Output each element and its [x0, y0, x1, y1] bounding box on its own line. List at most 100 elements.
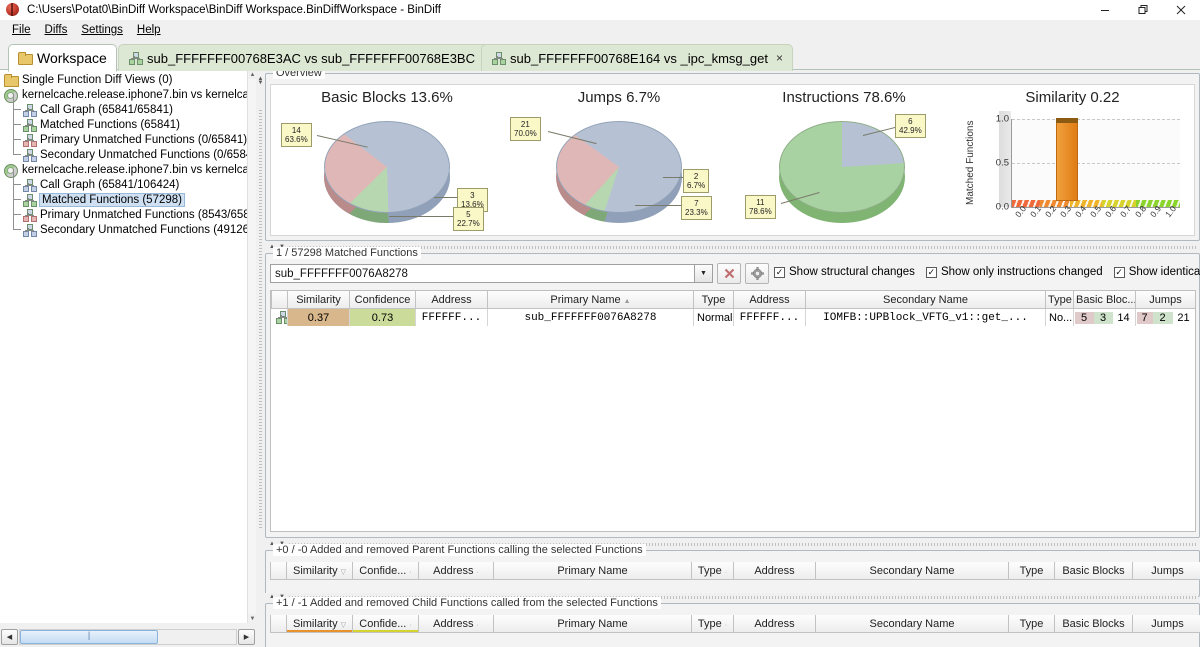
vertical-splitter[interactable]: ▲ ▼: [256, 70, 265, 645]
th-similarity[interactable]: Similarity ▽: [286, 562, 353, 580]
sidebar-item-secondary-unmatched-2[interactable]: Secondary Unmatched Functions (49126/10: [0, 215, 256, 237]
sort-descending-icon: ▽: [340, 568, 346, 576]
sidebar-item-primary-unmatched-1[interactable]: Primary Unmatched Functions (0/65841): [0, 124, 256, 147]
tab-diff-1[interactable]: sub_FFFFFFF00768E3AC vs sub_FFFFFFF00768…: [118, 44, 501, 71]
th-primary-name[interactable]: Primary Name ▲: [487, 291, 694, 309]
th-label: Type: [1019, 617, 1044, 630]
th-secondary-type[interactable]: Type: [1008, 562, 1055, 580]
callout-jumps-2: 7 23.3%: [681, 196, 712, 220]
table-row[interactable]: 0.37 0.73 FFFFFF... sub_FFFFFFF0076A8278…: [271, 308, 1195, 326]
splitter-grip-icon[interactable]: ▲ ▼: [257, 76, 264, 86]
overview-panel: Overview Basic Blocks 13.6% 14 63.6% 3 1…: [265, 67, 1200, 241]
th-secondary-address[interactable]: Address: [733, 562, 816, 580]
th-jumps[interactable]: Jumps: [1135, 291, 1195, 309]
hscroll-right-arrow-icon[interactable]: ▶: [238, 629, 255, 645]
th-secondary-type[interactable]: Type: [1008, 615, 1055, 633]
th-primary-name[interactable]: Primary Name: [493, 615, 692, 633]
menu-file[interactable]: File: [5, 22, 38, 38]
th-basic-blocks[interactable]: Basic Bloc...: [1073, 291, 1136, 309]
hscroll-left-arrow-icon[interactable]: ◀: [1, 629, 18, 645]
th-confidence[interactable]: Confide... ·: [352, 615, 419, 633]
hscroll-track[interactable]: [19, 629, 237, 645]
sidebar-item-secondary-unmatched-1[interactable]: Secondary Unmatched Functions (0/65841): [0, 140, 256, 162]
th-similarity[interactable]: Similarity ▽: [286, 615, 353, 633]
th-confidence[interactable]: Confide... ·: [352, 562, 419, 580]
menu-settings[interactable]: Settings: [74, 22, 130, 38]
minimize-button[interactable]: [1086, 0, 1124, 20]
th-label: Jumps: [1151, 564, 1184, 577]
chart-jumps: Jumps 6.7% 21 70.0% 2 6.7% 7 23.3%: [503, 85, 735, 235]
th-primary-address[interactable]: Address ·: [418, 615, 494, 633]
th-secondary-address[interactable]: Address: [733, 291, 806, 309]
checkbox-show-identical[interactable]: ✓ Show identical: [1113, 266, 1200, 278]
tab-diff-2[interactable]: sub_FFFFFFF00768E164 vs _ipc_kmsg_get ×: [481, 44, 793, 71]
th-primary-name[interactable]: Primary Name: [493, 562, 692, 580]
close-button[interactable]: [1162, 0, 1200, 20]
cell-secondary-address: FFFFFF...: [733, 308, 806, 326]
th-label: Jumps: [1149, 293, 1182, 306]
child-functions-table-wrap[interactable]: Similarity ▽ Confide... · Address · Primary…: [270, 615, 1200, 633]
th-primary-type[interactable]: Type ·: [691, 615, 734, 633]
sidebar-item-matched-functions-2[interactable]: Matched Functions (57298): [0, 184, 256, 207]
menu-diffs[interactable]: Diffs: [38, 22, 75, 38]
bb-secondary: 14: [1117, 311, 1130, 324]
th-primary-type[interactable]: Type: [693, 291, 734, 309]
sidebar-item-call-graph-2[interactable]: Call Graph (65841/106424): [0, 169, 256, 192]
checkbox-box-icon[interactable]: ✓: [774, 266, 785, 278]
th-primary-type[interactable]: Type ·: [691, 562, 734, 580]
sidebar-item-primary-unmatched-2[interactable]: Primary Unmatched Functions (8543/65841: [0, 199, 256, 222]
gear-icon[interactable]: [745, 263, 769, 284]
th-secondary-name[interactable]: Secondary Name: [805, 291, 1046, 309]
sidebar-item-single-function-diff-views[interactable]: Single Function Diff Views (0): [0, 72, 256, 87]
matched-functions-panel: 1 / 57298 Matched Functions sub_FFFFFFF0…: [265, 247, 1200, 538]
th-similarity[interactable]: Similarity: [287, 291, 350, 309]
th-rowicon[interactable]: [270, 562, 287, 580]
matched-functions-table-wrap[interactable]: Similarity Confidence Address Primary Na…: [270, 290, 1196, 532]
callout-count: 14: [291, 126, 301, 135]
th-confidence[interactable]: Confidence: [349, 291, 416, 309]
chevron-down-icon[interactable]: ▼: [695, 264, 713, 283]
th-secondary-name[interactable]: Secondary Name: [815, 615, 1009, 633]
checkbox-box-icon[interactable]: ✓: [1113, 266, 1125, 278]
chart-title: Instructions 78.6%: [782, 89, 906, 106]
tree-elbow: [12, 215, 22, 237]
th-rowicon[interactable]: [270, 615, 287, 633]
checkbox-show-structural-changes[interactable]: ✓ Show structural changes: [774, 266, 915, 278]
sidebar-item-matched-functions-1[interactable]: Matched Functions (65841): [0, 109, 256, 132]
th-jumps[interactable]: Jumps: [1132, 562, 1200, 580]
checkbox-show-only-instructions-changed[interactable]: ✓ Show only instructions changed: [925, 266, 1103, 278]
clear-x-icon[interactable]: [717, 263, 741, 284]
th-secondary-name[interactable]: Secondary Name: [815, 562, 1009, 580]
search-row: sub_FFFFFFF0076A8278 ▼: [270, 263, 769, 284]
checkbox-box-icon[interactable]: ✓: [925, 266, 937, 278]
th-jumps[interactable]: Jumps: [1132, 615, 1200, 633]
th-basic-blocks[interactable]: Basic Blocks: [1054, 615, 1133, 633]
parent-functions-table: Similarity ▽ Confide... · Address · Primary…: [270, 562, 1200, 580]
menu-help[interactable]: Help: [130, 22, 168, 38]
th-rowicon[interactable]: [271, 291, 288, 309]
parent-functions-table-wrap[interactable]: Similarity ▽ Confide... · Address · Primary…: [270, 562, 1200, 580]
sidebar-item-diff-2[interactable]: kernelcache.release.iphone7.bin vs kerne…: [0, 162, 256, 178]
callout-count: 7: [694, 199, 699, 208]
tab-workspace[interactable]: Workspace: [8, 44, 117, 72]
th-label: Basic Bloc...: [1076, 293, 1136, 306]
menu-file-label: File: [12, 24, 31, 36]
filter-checkbox-row: ✓ Show structural changes ✓ Show only in…: [774, 266, 1200, 278]
sidebar-item-diff-1[interactable]: kernelcache.release.iphone7.bin vs kerne…: [0, 87, 256, 103]
maximize-button[interactable]: [1124, 0, 1162, 20]
th-primary-address[interactable]: Address: [415, 291, 488, 309]
th-secondary-type[interactable]: Type: [1045, 291, 1074, 309]
th-primary-address[interactable]: Address ·: [418, 562, 494, 580]
hscroll-thumb[interactable]: [20, 630, 159, 644]
tree-horizontal-scrollbar[interactable]: ◀ ▶: [0, 629, 256, 645]
th-secondary-address[interactable]: Address: [733, 615, 816, 633]
sidebar-item-call-graph-1[interactable]: Call Graph (65841/65841): [0, 94, 256, 117]
search-input[interactable]: sub_FFFFFFF0076A8278: [270, 264, 695, 283]
similarity-underline: [287, 630, 352, 632]
matched-functions-table: Similarity Confidence Address Primary Na…: [271, 291, 1195, 326]
th-label: Similarity: [292, 564, 338, 577]
tab-diff-2-close-icon[interactable]: ×: [776, 51, 783, 65]
th-basic-blocks[interactable]: Basic Blocks: [1054, 562, 1133, 580]
chart-title: Basic Blocks 13.6%: [321, 89, 453, 106]
y-tick-0: 0.0: [995, 201, 1009, 213]
